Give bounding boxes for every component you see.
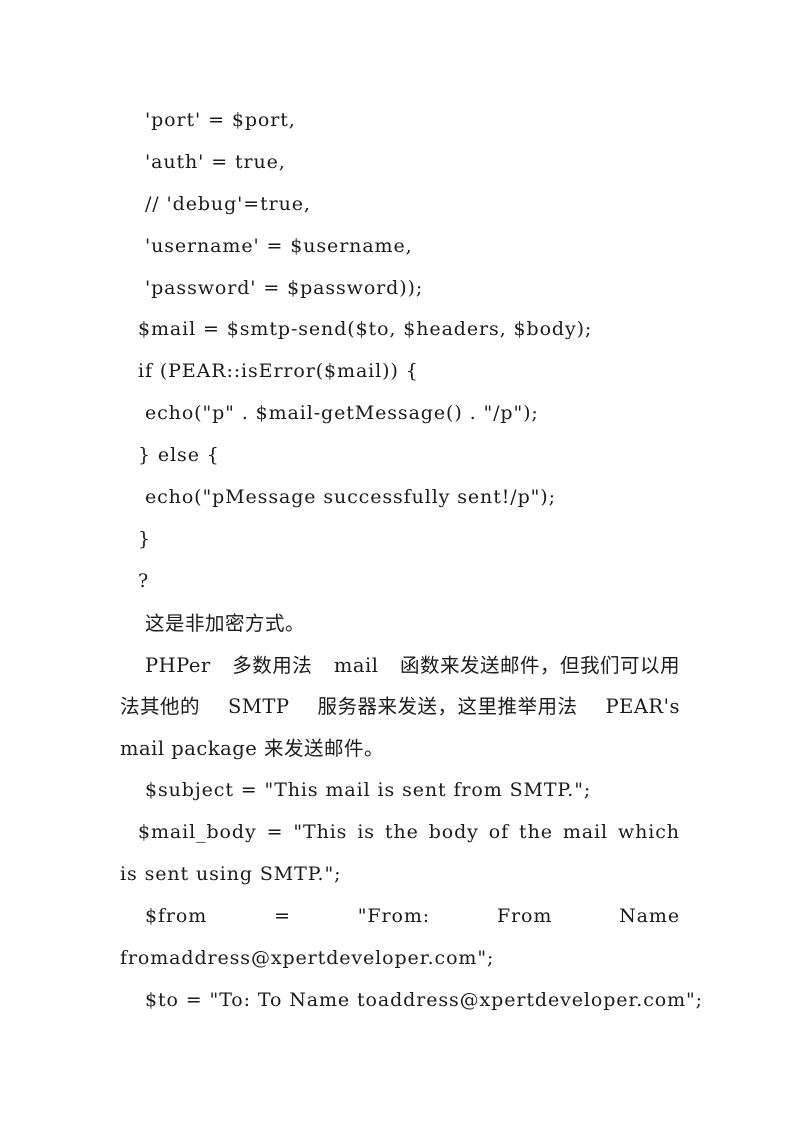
code-line-close-brace: } [138,527,151,550]
paragraph-php-line-2: 法其他的 SMTP 服务器来发送，这里推举用法 PEAR's [120,686,680,728]
code-line-debug: // 'debug'=true, [145,192,311,215]
code-line-mail-send: $mail = $smtp-send($to, $headers, $body)… [138,318,593,341]
mail-body-seg-6: body [428,821,479,844]
mail-body-seg-1: $mail_body [138,821,257,844]
mail-body-seg-5: the [384,821,419,844]
mail-body-seg-3: "This [293,821,348,844]
code-line-mail-body-2: is sent using SMTP."; [120,863,342,886]
paragraph-php-line-1: PHPer 多数用法 mail 函数来发送邮件，但我们可以用 [120,645,680,687]
mail-body-seg-10: which [617,821,680,844]
paragraph-php-seg-4: 函数来发送邮件，但我们可以用 [399,653,680,677]
code-line-password: 'password' = $password)); [145,276,424,299]
paragraph-php-l2-seg-2: SMTP [228,695,290,719]
from-seg-2: = [274,904,291,927]
code-line-auth: 'auth' = true, [145,150,286,173]
mail-body-seg-4: is [357,821,375,844]
paragraph-php-seg-1: PHPer [145,653,211,677]
code-line-port: 'port' = $port, [145,109,296,131]
paragraph-encryption-note: 这是非加密方式。 [145,611,306,635]
from-seg-1: $from [145,904,208,927]
paragraph-php-line-3: mail package 来发送邮件。 [120,737,384,761]
mail-body-seg-7: of [488,821,510,844]
code-line-to: $to = "To: To Name toaddress@xpertdevelo… [145,988,703,1011]
paragraph-php-l2-seg-4: PEAR's [605,695,680,719]
mail-body-seg-2: = [266,821,284,844]
code-line-from-2: fromaddress@xpertdeveloper.com"; [120,946,495,969]
paragraph-php-l2-seg-1: 法其他的 [120,695,201,719]
code-line-else: } else { [138,444,220,467]
code-line-subject: $subject = "This mail is sent from SMTP.… [145,779,592,802]
from-seg-4: From [496,904,553,927]
mail-body-seg-8: the [519,821,553,844]
from-seg-3: "From: [357,904,431,927]
paragraph-php-l2-seg-3: 服务器来发送，这里推举用法 [317,695,578,719]
code-line-mail-body-1: $mail_body = "This is the body of the ma… [120,812,680,854]
paragraph-php-seg-2: 多数用法 [232,653,313,677]
document-page: 'port' = $port, 'auth' = true, // 'debug… [0,0,800,1132]
code-line-echo-error: echo("p" . $mail-getMessage() . "/p"); [145,402,539,425]
code-line-if-iserror: if (PEAR::isError($mail)) { [138,360,419,383]
document-text-column: 'port' = $port, 'auth' = true, // 'debug… [120,100,703,1022]
code-line-from-1: $from = "From: From Name [120,896,680,938]
code-line-echo-success: echo("pMessage successfully sent!/p"); [145,486,556,509]
paragraph-php-seg-3: mail [333,653,379,677]
from-seg-5: Name [619,904,680,927]
code-line-question: ? [138,569,150,592]
code-line-username: 'username' = $username, [145,234,413,257]
mail-body-seg-9: mail [562,821,608,844]
